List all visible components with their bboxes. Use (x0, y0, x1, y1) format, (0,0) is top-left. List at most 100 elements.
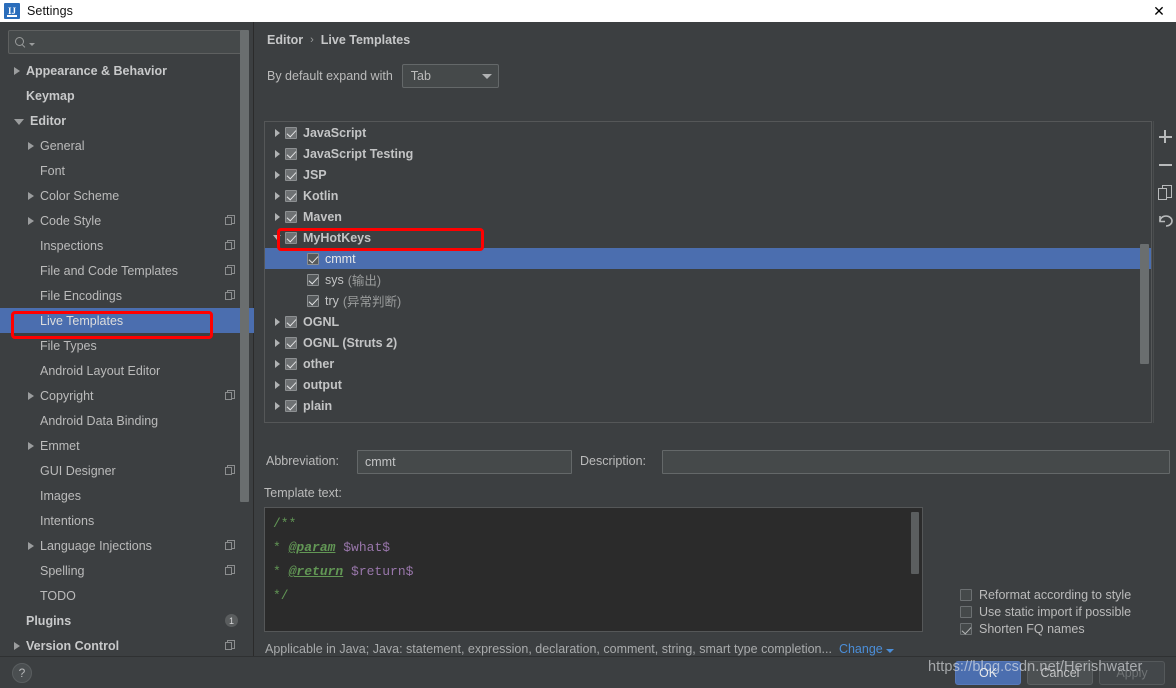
checkbox-icon[interactable] (285, 147, 297, 160)
copy-settings-icon[interactable] (225, 215, 236, 226)
option-reformat-according-to-style[interactable]: Reformat according to style (960, 588, 1131, 602)
tree-row[interactable]: Kotlin (265, 185, 1151, 206)
chevron-right-icon[interactable] (271, 149, 283, 158)
sidebar-item-android-layout-editor[interactable]: Android Layout Editor (0, 358, 254, 383)
checkbox-icon[interactable] (285, 231, 297, 244)
sidebar-item-color-scheme[interactable]: Color Scheme (0, 183, 254, 208)
description-input[interactable] (662, 450, 1170, 474)
checkbox-icon[interactable] (285, 168, 297, 181)
checkbox-icon[interactable] (285, 210, 297, 223)
tree-row[interactable]: Maven (265, 206, 1151, 227)
tree-row[interactable]: try (异常判断) (265, 290, 1151, 311)
abbreviation-input[interactable]: cmmt (357, 450, 572, 474)
sidebar-item-language-injections[interactable]: Language Injections (0, 533, 254, 558)
chevron-right-icon[interactable] (28, 216, 34, 225)
change-context-link[interactable]: Change (839, 642, 894, 656)
sidebar-item-live-templates[interactable]: Live Templates (0, 308, 254, 333)
tree-row[interactable]: output (265, 374, 1151, 395)
copy-icon[interactable] (1157, 184, 1174, 201)
checkbox-icon[interactable] (285, 378, 297, 391)
chevron-down-icon[interactable] (271, 235, 283, 240)
chevron-right-icon[interactable] (271, 359, 283, 368)
tree-row[interactable]: JavaScript (265, 122, 1151, 143)
chevron-right-icon[interactable] (28, 191, 34, 200)
tree-row[interactable]: JavaScript Testing (265, 143, 1151, 164)
chevron-right-icon[interactable] (28, 141, 34, 150)
sidebar-item-images[interactable]: Images (0, 483, 254, 508)
tree-row[interactable]: other (265, 353, 1151, 374)
checkbox-icon[interactable] (307, 273, 319, 286)
sidebar-item-file-types[interactable]: File Types (0, 333, 254, 358)
chevron-right-icon[interactable] (271, 338, 283, 347)
sidebar-item-code-style[interactable]: Code Style (0, 208, 254, 233)
chevron-right-icon[interactable] (271, 401, 283, 410)
tree-row[interactable]: OGNL (Struts 2) (265, 332, 1151, 353)
sidebar-item-font[interactable]: Font (0, 158, 254, 183)
editor-scrollbar[interactable] (911, 512, 919, 574)
copy-settings-icon[interactable] (225, 565, 236, 576)
minus-icon[interactable] (1157, 156, 1174, 173)
sidebar-item-android-data-binding[interactable]: Android Data Binding (0, 408, 254, 433)
copy-settings-icon[interactable] (225, 540, 236, 551)
copy-settings-icon[interactable] (225, 640, 236, 651)
chevron-right-icon[interactable] (271, 317, 283, 326)
tree-row[interactable]: plain (265, 395, 1151, 416)
search-input[interactable] (35, 34, 238, 50)
chevron-right-icon[interactable] (28, 541, 34, 550)
checkbox-icon[interactable] (307, 294, 319, 307)
plus-icon[interactable] (1157, 128, 1174, 145)
chevron-right-icon[interactable] (28, 441, 34, 450)
tree-row[interactable]: sys (输出) (265, 269, 1151, 290)
sidebar-item-emmet[interactable]: Emmet (0, 433, 254, 458)
sidebar-item-gui-designer[interactable]: GUI Designer (0, 458, 254, 483)
sidebar-item-file-encodings[interactable]: File Encodings (0, 283, 254, 308)
close-icon[interactable]: ✕ (1151, 3, 1167, 19)
default-expand-select[interactable]: Tab (401, 64, 499, 88)
sidebar-nav-list[interactable]: Appearance & Behavior Keymap Editor General… (0, 58, 254, 656)
copy-settings-icon[interactable] (225, 290, 236, 301)
checkbox-icon[interactable] (285, 336, 297, 349)
chevron-right-icon[interactable] (271, 212, 283, 221)
checkbox-icon[interactable] (285, 126, 297, 139)
search-box[interactable] (8, 30, 245, 54)
chevron-right-icon[interactable] (28, 391, 34, 400)
tree-row[interactable]: JSP (265, 164, 1151, 185)
sidebar-item-spelling[interactable]: Spelling (0, 558, 254, 583)
sidebar-scrollbar[interactable] (240, 30, 249, 502)
sidebar-item-editor[interactable]: Editor (0, 108, 254, 133)
checkbox-icon[interactable] (285, 357, 297, 370)
chevron-down-icon[interactable] (14, 118, 24, 125)
sidebar-item-intentions[interactable]: Intentions (0, 508, 254, 533)
tree-row[interactable]: OGNL (265, 311, 1151, 332)
template-text-editor[interactable]: /** * @param $what$ * @return $return$ *… (264, 507, 923, 632)
sidebar-item-copyright[interactable]: Copyright (0, 383, 254, 408)
sidebar-item-plugins[interactable]: Plugins 1 (0, 608, 254, 633)
sidebar-item-todo[interactable]: TODO (0, 583, 254, 608)
chevron-right-icon[interactable] (271, 128, 283, 137)
checkbox-icon[interactable] (285, 399, 297, 412)
tree-row[interactable]: cmmt (265, 248, 1151, 269)
sidebar-item-appearance-behavior[interactable]: Appearance & Behavior (0, 58, 254, 83)
copy-settings-icon[interactable] (225, 465, 236, 476)
sidebar-item-general[interactable]: General (0, 133, 254, 158)
chevron-right-icon[interactable] (271, 191, 283, 200)
chevron-right-icon[interactable] (271, 170, 283, 179)
revert-icon[interactable] (1157, 212, 1174, 229)
copy-settings-icon[interactable] (225, 265, 236, 276)
chevron-right-icon[interactable] (14, 641, 20, 650)
option-use-static-import[interactable]: Use static import if possible (960, 605, 1131, 619)
checkbox-icon[interactable] (285, 189, 297, 202)
sidebar-item-version-control[interactable]: Version Control (0, 633, 254, 656)
tree-row[interactable]: MyHotKeys (265, 227, 1151, 248)
templates-tree-panel[interactable]: JavaScript JavaScript Testing JSP Kotlin Mav… (264, 121, 1152, 423)
copy-settings-icon[interactable] (225, 390, 236, 401)
sidebar-item-inspections[interactable]: Inspections (0, 233, 254, 258)
templates-tree[interactable]: JavaScript JavaScript Testing JSP Kotlin Mav… (265, 122, 1151, 416)
checkbox-icon[interactable] (307, 252, 319, 265)
sidebar-item-file-and-code-templates[interactable]: File and Code Templates (0, 258, 254, 283)
chevron-right-icon[interactable] (271, 380, 283, 389)
help-button[interactable]: ? (12, 663, 32, 683)
checkbox-icon[interactable] (285, 315, 297, 328)
chevron-right-icon[interactable] (14, 66, 20, 75)
templates-tree-scrollbar[interactable] (1140, 244, 1149, 364)
